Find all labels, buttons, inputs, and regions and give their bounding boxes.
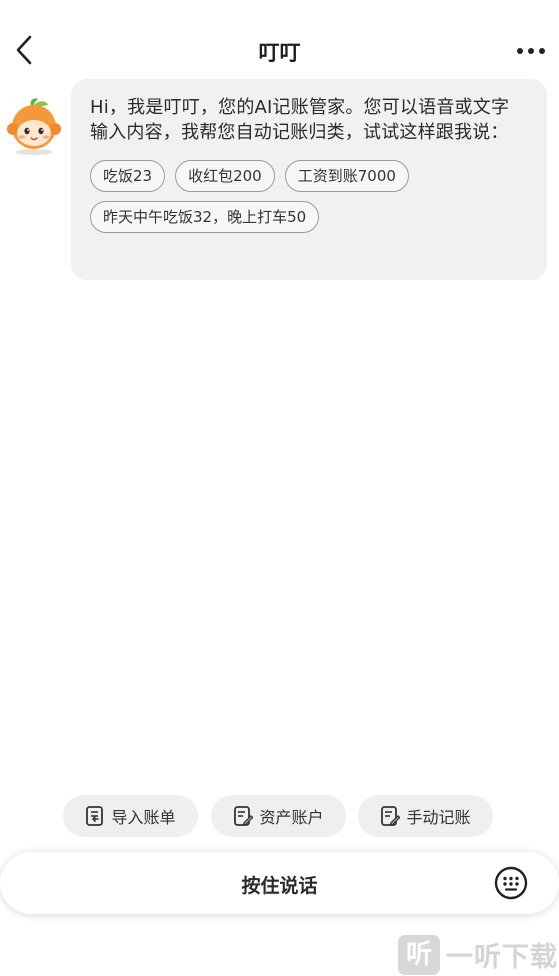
- suggestion-chips: 吃饭23 收红包200 工资到账7000 昨天中午吃饭32，晚上打车50: [90, 160, 530, 233]
- more-horizontal-icon[interactable]: [515, 36, 547, 66]
- asset-account-icon: [234, 806, 254, 826]
- assistant-avatar: [7, 98, 61, 155]
- watermark: 听 一听下载: [398, 933, 559, 976]
- assistant-message-bubble: Hi，我是叮叮，您的AI记账管家。您可以语音或文字输入内容，我帮您自动记账归类，…: [71, 79, 547, 280]
- press-to-talk-button[interactable]: 按住说话: [0, 871, 559, 898]
- asset-account-button[interactable]: 资产账户: [211, 795, 346, 837]
- import-bill-icon: [86, 806, 104, 826]
- quick-actions: 导入账单 资产账户 手动记账: [63, 795, 503, 837]
- assistant-message-text: Hi，我是叮叮，您的AI记账管家。您可以语音或文字输入内容，我帮您自动记账归类，…: [90, 97, 510, 143]
- manual-entry-icon: [381, 806, 401, 826]
- voice-input-bar[interactable]: 按住说话: [0, 852, 559, 914]
- suggestion-chip[interactable]: 收红包200: [175, 160, 275, 192]
- import-bill-button[interactable]: 导入账单: [63, 795, 198, 837]
- keyboard-icon[interactable]: [494, 866, 528, 900]
- asset-account-label: 资产账户: [259, 808, 324, 827]
- watermark-badge: 听: [398, 934, 440, 975]
- watermark-text: 一听下载: [446, 942, 558, 973]
- import-bill-label: 导入账单: [111, 808, 176, 827]
- suggestion-chip[interactable]: 工资到账7000: [284, 160, 409, 192]
- manual-entry-label: 手动记账: [406, 808, 471, 827]
- manual-entry-button[interactable]: 手动记账: [358, 795, 493, 837]
- suggestion-chip[interactable]: 昨天中午吃饭32，晚上打车50: [90, 201, 320, 233]
- page-title: 叮叮: [258, 41, 301, 65]
- suggestion-chip[interactable]: 吃饭23: [90, 160, 166, 192]
